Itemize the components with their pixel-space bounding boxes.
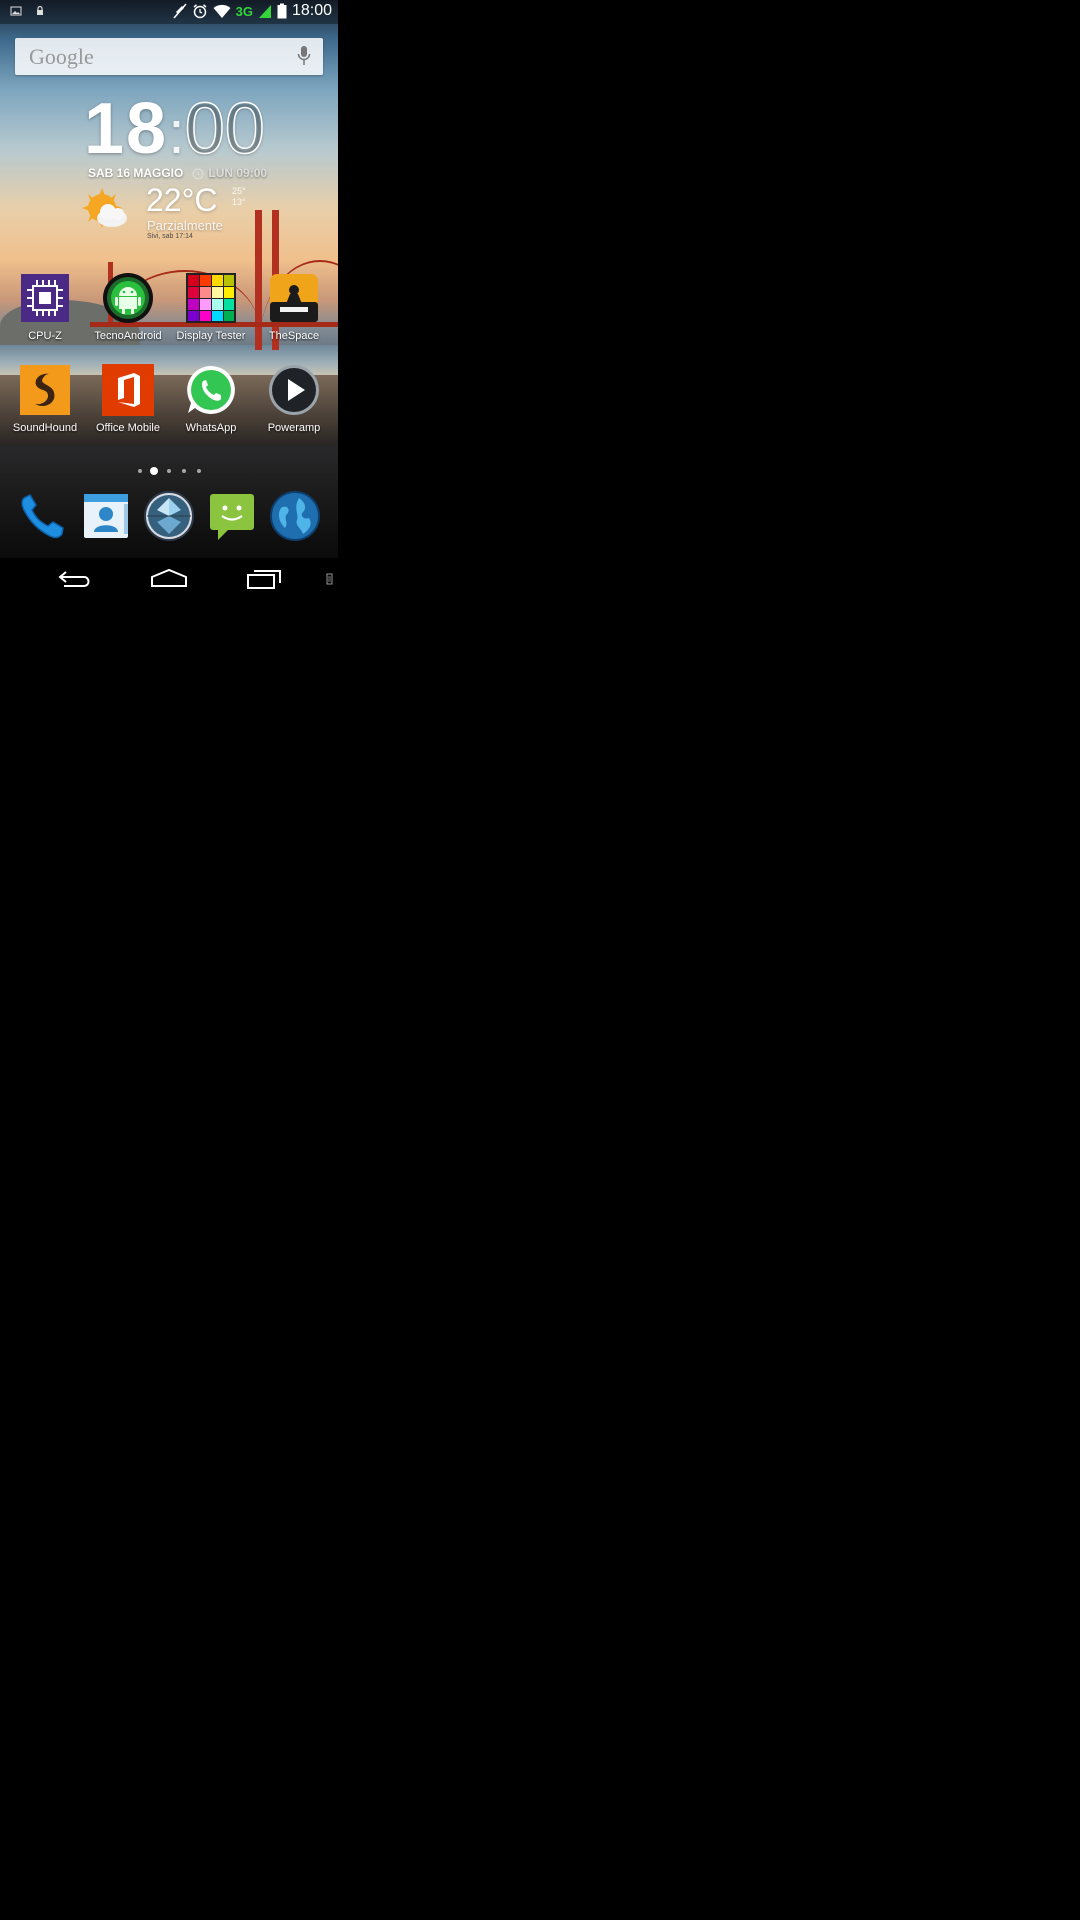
weather-range: 25° 13° [232, 186, 246, 208]
lock-icon [37, 5, 43, 15]
tecnoandroid-icon [102, 272, 154, 324]
app-soundhound[interactable]: SoundHound [4, 364, 86, 434]
display-tester-icon [185, 272, 237, 324]
clock-separator: : [168, 99, 185, 166]
recents-icon[interactable] [244, 566, 284, 592]
wifi-icon [213, 4, 231, 18]
alarm-icon [193, 4, 207, 19]
app-label: Office Mobile [96, 422, 160, 434]
mic-icon[interactable] [297, 45, 311, 67]
google-logo: Google [29, 44, 94, 69]
app-label: TheSpace [268, 330, 320, 342]
network-type: 3G [235, 3, 253, 19]
signal-icon [258, 5, 271, 18]
page-dot[interactable] [167, 469, 171, 473]
clock-widget[interactable]: 18:00 [84, 88, 266, 170]
page-indicator[interactable] [0, 465, 338, 477]
mute-icon [173, 3, 187, 19]
battery-icon [277, 3, 287, 19]
home-icon[interactable] [149, 566, 189, 592]
partly-cloudy-icon[interactable] [78, 186, 132, 236]
weather-high: 25° [232, 186, 246, 196]
navigation-bar [0, 558, 338, 600]
clock-minutes: 00 [184, 88, 266, 170]
clock-hours: 18 [84, 89, 169, 169]
image-notification-icon [10, 6, 22, 16]
browser-icon[interactable] [269, 490, 321, 542]
status-time: 18:00 [291, 2, 332, 19]
contacts-icon[interactable] [80, 490, 132, 542]
next-alarm[interactable]: LUN 09:00 [191, 166, 267, 180]
app-tecnoandroid[interactable]: TecnoAndroid [87, 272, 169, 342]
app-whatsapp[interactable]: WhatsApp [170, 364, 252, 434]
app-label: CPU-Z [28, 330, 62, 342]
back-icon[interactable] [56, 566, 96, 592]
weather-description: Parzialmente [147, 218, 223, 233]
cpu-z-icon [19, 272, 71, 324]
page-dot[interactable] [197, 469, 201, 473]
app-label: WhatsApp [185, 422, 237, 434]
soundhound-icon [19, 364, 71, 416]
page-dot-active[interactable] [150, 467, 158, 475]
app-poweramp[interactable]: Poweramp [253, 364, 335, 434]
clock-date: SAB 16 MAGGIO [88, 166, 184, 180]
app-cpu-z[interactable]: CPU-Z [4, 272, 86, 342]
app-label: SoundHound [12, 422, 78, 434]
google-search-bar[interactable]: Google [15, 38, 323, 75]
app-office-mobile[interactable]: Office Mobile [87, 364, 169, 434]
messaging-icon[interactable] [206, 490, 258, 542]
thespace-icon [268, 272, 320, 324]
date-row: SAB 16 MAGGIO LUN 09:00 [88, 166, 267, 180]
alarm-clock-icon [192, 168, 204, 180]
app-display-tester[interactable]: Display Tester [170, 272, 252, 342]
menu-overflow-icon[interactable] [326, 573, 333, 585]
weather-low: 13° [232, 197, 246, 207]
weather-temperature: 22°C [146, 182, 218, 218]
office-icon [102, 364, 154, 416]
app-drawer-icon[interactable] [143, 490, 195, 542]
weather-location: Sivi, sab 17:14 [147, 233, 193, 240]
app-label: Poweramp [267, 422, 321, 434]
status-bar[interactable]: 3G 18:00 [0, 0, 338, 24]
home-screen: 3G 18:00 Google 18:00 SAB 16 MAGGIO LUN … [0, 0, 338, 600]
app-label: Display Tester [176, 330, 246, 342]
poweramp-icon [268, 364, 320, 416]
next-alarm-time: LUN 09:00 [208, 166, 268, 180]
whatsapp-icon [185, 364, 237, 416]
app-thespace[interactable]: TheSpace [253, 272, 335, 342]
page-dot[interactable] [138, 469, 142, 473]
phone-icon[interactable] [16, 490, 68, 542]
page-dot[interactable] [182, 469, 186, 473]
app-label: TecnoAndroid [94, 330, 162, 342]
